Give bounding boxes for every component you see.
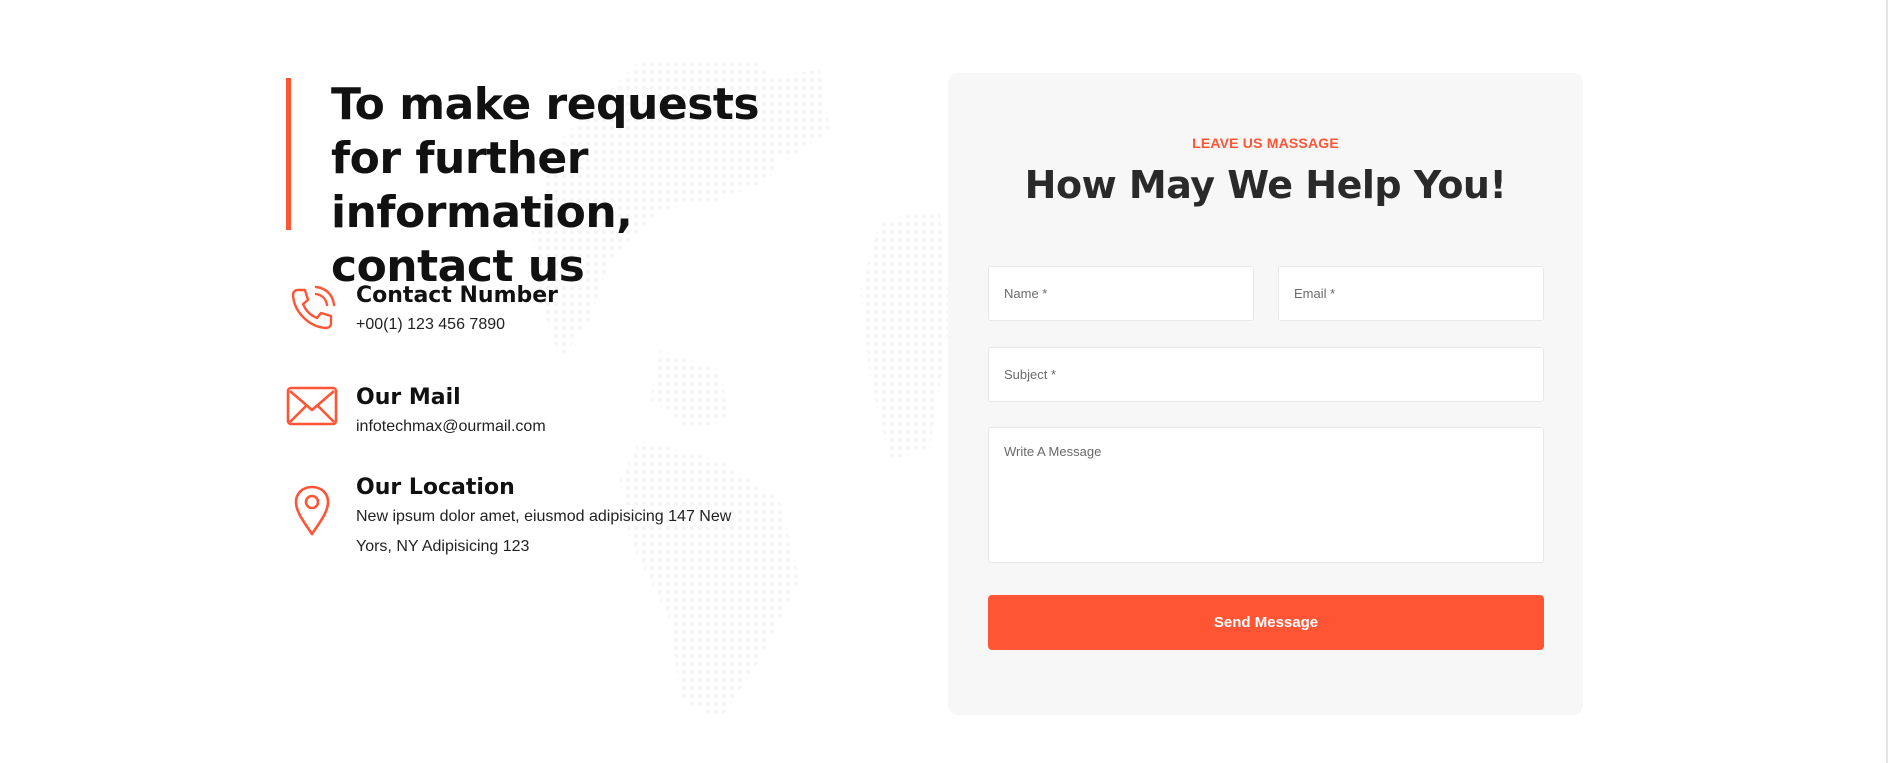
mail-value: infotechmax@ourmail.com [356, 418, 546, 435]
location-item: Our Location New ipsum dolor amet, eiusm… [286, 474, 736, 562]
email-field[interactable] [1278, 266, 1544, 321]
intro-block: To make requests for further information… [286, 78, 791, 292]
name-field[interactable] [988, 266, 1254, 321]
phone-ringing-icon [291, 285, 336, 330]
location-title: Our Location [356, 475, 515, 500]
envelope-icon [286, 386, 338, 426]
contact-number-title: Contact Number [356, 283, 559, 308]
location-value: New ipsum dolor amet, eiusmod adipisicin… [356, 508, 732, 555]
subject-field[interactable] [988, 347, 1544, 402]
contact-number-item: Contact Number +00(1) 123 456 7890 [286, 282, 736, 340]
form-eyebrow: LEAVE US MASSAGE [1192, 135, 1339, 151]
map-pin-icon [294, 485, 330, 536]
message-textarea[interactable] [988, 427, 1544, 563]
contact-section: To make requests for further information… [0, 0, 1888, 763]
mail-item: Our Mail infotechmax@ourmail.com [286, 384, 736, 442]
intro-heading: To make requests for further information… [331, 79, 760, 292]
contact-number-value: +00(1) 123 456 7890 [356, 316, 506, 333]
form-title: How May We Help You! [1024, 163, 1507, 207]
mail-title: Our Mail [356, 385, 461, 410]
send-message-button[interactable]: Send Message [988, 595, 1544, 650]
contact-form-card: LEAVE US MASSAGE How May We Help You! Se… [948, 73, 1583, 715]
